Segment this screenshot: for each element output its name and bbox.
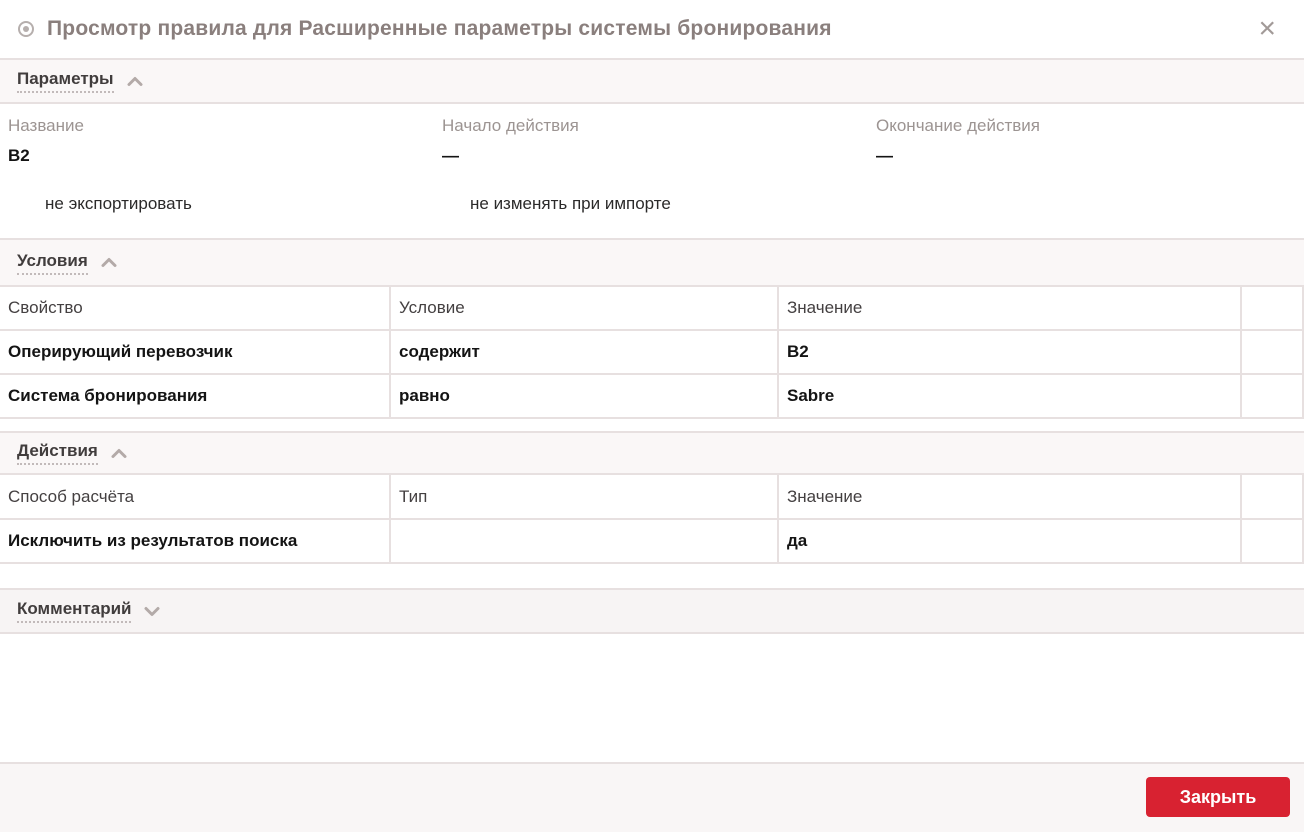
field-label-name: Название [8,116,84,135]
rule-view-dialog: Просмотр правила для Расширенные парамет… [0,0,1304,836]
table-cell: содержит [391,331,779,375]
collapse-chevron-icon[interactable] [110,447,128,460]
dialog-footer: Закрыть [0,762,1304,832]
table-cell [1242,375,1304,419]
table-cell: Исключить из результатов поиска [0,520,391,564]
actions-col-extra [1242,475,1304,520]
section-title-conditions[interactable]: Условия [17,251,88,275]
dialog-header: Просмотр правила для Расширенные парамет… [0,0,1304,60]
field-label-start: Начало действия [442,116,579,135]
section-header-conditions[interactable]: Условия [0,238,1304,287]
collapse-chevron-icon[interactable] [100,256,118,269]
conditions-col-property: Свойство [0,287,391,331]
flag-no-change-on-import: не изменять при импорте [470,194,671,213]
section-title-parameters[interactable]: Параметры [17,69,114,93]
parameters-content: Название Начало действия Окончание дейст… [0,104,1304,238]
table-cell: да [779,520,1242,564]
table-cell: равно [391,375,779,419]
view-icon [18,21,34,37]
field-value-name: B2 [8,146,30,165]
table-cell [1242,520,1304,564]
dialog-title: Просмотр правила для Расширенные парамет… [47,17,832,40]
collapse-chevron-icon[interactable] [126,75,144,88]
close-icon[interactable]: × [1248,14,1286,44]
section-title-comment[interactable]: Комментарий [17,599,132,623]
table-cell: Оперирующий перевозчик [0,331,391,375]
section-header-actions[interactable]: Действия [0,431,1304,475]
close-button[interactable]: Закрыть [1146,777,1290,817]
conditions-col-value: Значение [779,287,1242,331]
table-cell: B2 [779,331,1242,375]
expand-chevron-icon[interactable] [143,605,161,618]
conditions-table: Свойство Условие Значение Оперирующий пе… [0,287,1304,419]
field-label-end: Окончание действия [876,116,1040,135]
spacer [0,564,1304,588]
conditions-col-condition: Условие [391,287,779,331]
conditions-col-extra [1242,287,1304,331]
table-cell [1242,331,1304,375]
table-cell [391,520,779,564]
field-value-end: — [876,146,893,165]
actions-col-calc-method: Способ расчёта [0,475,391,520]
section-header-parameters[interactable]: Параметры [0,60,1304,104]
empty-content-area [0,634,1304,762]
flag-no-export: не экспортировать [45,194,192,213]
actions-col-value: Значение [779,475,1242,520]
section-title-actions[interactable]: Действия [17,441,98,465]
spacer [0,419,1304,431]
table-cell: Система бронирования [0,375,391,419]
actions-table: Способ расчёта Тип Значение Исключить из… [0,475,1304,564]
actions-col-type: Тип [391,475,779,520]
table-cell: Sabre [779,375,1242,419]
field-value-start: — [442,146,459,165]
section-header-comment[interactable]: Комментарий [0,588,1304,634]
